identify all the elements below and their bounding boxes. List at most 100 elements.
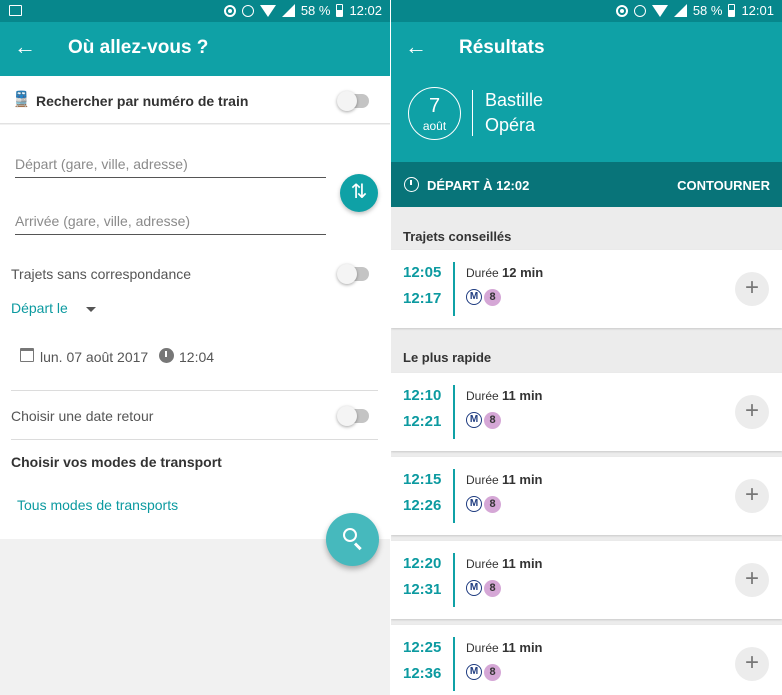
duration-value: 11 min (502, 556, 543, 571)
trip-timeline (453, 385, 455, 439)
trip-departure: 12:10 (403, 387, 442, 404)
app-bar: ← Où allez-vous ? (0, 22, 390, 76)
all-modes-link[interactable]: Tous modes de transports (17, 497, 178, 513)
chevron-down-icon[interactable] (86, 307, 96, 312)
date-value[interactable]: lun. 07 août 2017 (40, 349, 148, 365)
sans-correspondance-label: Trajets sans correspondance (11, 266, 192, 282)
divider (11, 390, 378, 391)
trip-departure: 12:05 (403, 264, 442, 281)
train-icon: 🚆 (12, 91, 31, 108)
date-retour-label: Choisir une date retour (11, 408, 154, 424)
contourner-button[interactable]: CONTOURNER (677, 178, 770, 193)
swap-vertical-icon[interactable]: ⇅ (340, 174, 378, 212)
route-summary: 7 août Bastille Opéra (391, 76, 782, 162)
date-badge: 7 août (408, 87, 461, 140)
metro-icon: M (466, 289, 482, 305)
time-value[interactable]: 12:04 (179, 349, 214, 365)
line-badge: 8 (484, 289, 501, 306)
signal-icon (673, 4, 687, 17)
train-search-row[interactable]: 🚆 Rechercher par numéro de train (0, 76, 390, 124)
trip-card[interactable]: 12:10 12:21 Durée 11 min M 8 + (391, 373, 782, 451)
arrivee-input[interactable] (15, 207, 326, 235)
image-notification-icon (9, 5, 22, 16)
app-bar: ← Résultats (391, 22, 782, 76)
trip-card[interactable]: 12:20 12:31 Durée 11 min M 8 + (391, 541, 782, 619)
plus-icon[interactable]: + (735, 647, 769, 681)
date-retour-toggle[interactable] (337, 406, 369, 426)
duration-value: 11 min (502, 388, 543, 403)
duration-value: 11 min (502, 472, 543, 487)
depart-input[interactable] (15, 150, 326, 178)
search-button[interactable] (326, 513, 379, 566)
trip-timeline (453, 262, 455, 316)
line-badge: 8 (484, 496, 501, 513)
duration-label: Durée (466, 473, 499, 487)
trip-card[interactable]: 12:15 12:26 Durée 11 min M 8 + (391, 457, 782, 535)
trip-arrival: 12:17 (403, 290, 442, 307)
plus-icon[interactable]: + (735, 563, 769, 597)
arrow-left-icon[interactable]: ← (14, 36, 36, 58)
arrow-left-icon[interactable]: ← (405, 36, 427, 58)
trip-duration: Durée 11 min (466, 556, 543, 571)
trip-duration: Durée 11 min (466, 388, 543, 403)
alarm-icon (633, 4, 646, 17)
trip-arrival: 12:26 (403, 497, 442, 514)
trip-duration: Durée 11 min (466, 472, 543, 487)
metro-icon: M (466, 496, 482, 512)
duration-value: 12 min (502, 265, 544, 280)
plus-icon[interactable]: + (735, 395, 769, 429)
depart-mode-select[interactable]: Départ le (11, 300, 68, 316)
status-bar: 58 % 12:01 (391, 0, 782, 22)
line-badge: 8 (484, 412, 501, 429)
plus-icon[interactable]: + (735, 479, 769, 513)
date-month: août (422, 119, 447, 133)
line-badge: 8 (484, 664, 501, 681)
trip-card[interactable]: 12:05 12:17 Durée 12 min M 8 + (391, 250, 782, 328)
metro-icon: M (466, 580, 482, 596)
battery-icon (336, 4, 344, 17)
line-badge: 8 (484, 580, 501, 597)
duration-label: Durée (466, 266, 499, 280)
calendar-icon[interactable] (20, 348, 34, 362)
metro-icon: M (466, 412, 482, 428)
duration-label: Durée (466, 641, 499, 655)
status-bar: 58 % 12:02 (0, 0, 390, 22)
section-title-rapide: Le plus rapide (403, 350, 492, 365)
sans-correspondance-toggle[interactable] (337, 264, 369, 284)
departure-bar[interactable]: DÉPART À 12:02 CONTOURNER (391, 162, 782, 207)
results-screen: 58 % 12:01 ← Résultats 7 août Bastille O… (391, 0, 782, 695)
trip-departure: 12:15 (403, 471, 442, 488)
signal-icon (281, 4, 295, 17)
battery-percent: 58 % (300, 3, 331, 18)
modes-title: Choisir vos modes de transport (11, 454, 222, 470)
page-title: Résultats (459, 37, 545, 58)
duration-label: Durée (466, 389, 499, 403)
clock-icon (404, 177, 419, 192)
clock-icon[interactable] (159, 348, 174, 363)
route-to: Opéra (485, 115, 536, 135)
search-form: ⇅ Trajets sans correspondance Départ le … (0, 125, 390, 539)
metro-icon: M (466, 664, 482, 680)
route-from: Bastille (485, 90, 544, 110)
departure-time-label[interactable]: DÉPART À 12:02 (427, 178, 529, 193)
clock: 12:01 (741, 3, 774, 18)
date-day: 7 (428, 95, 441, 117)
duration-label: Durée (466, 557, 499, 571)
search-icon-handle (353, 542, 362, 551)
trip-timeline (453, 469, 455, 523)
battery-icon (728, 4, 736, 17)
plus-icon[interactable]: + (735, 272, 769, 306)
page-title: Où allez-vous ? (68, 37, 209, 58)
train-search-toggle[interactable] (337, 91, 369, 111)
trip-timeline (453, 553, 455, 607)
train-search-label: Rechercher par numéro de train (36, 93, 249, 109)
divider (472, 90, 473, 136)
trip-departure: 12:25 (403, 639, 442, 656)
wifi-icon (651, 4, 668, 17)
battery-percent: 58 % (692, 3, 723, 18)
data-saver-icon (223, 4, 236, 17)
trip-arrival: 12:36 (403, 665, 442, 682)
search-icon (343, 528, 357, 542)
wifi-icon (259, 4, 276, 17)
trip-card[interactable]: 12:25 12:36 Durée 11 min M 8 + (391, 625, 782, 695)
